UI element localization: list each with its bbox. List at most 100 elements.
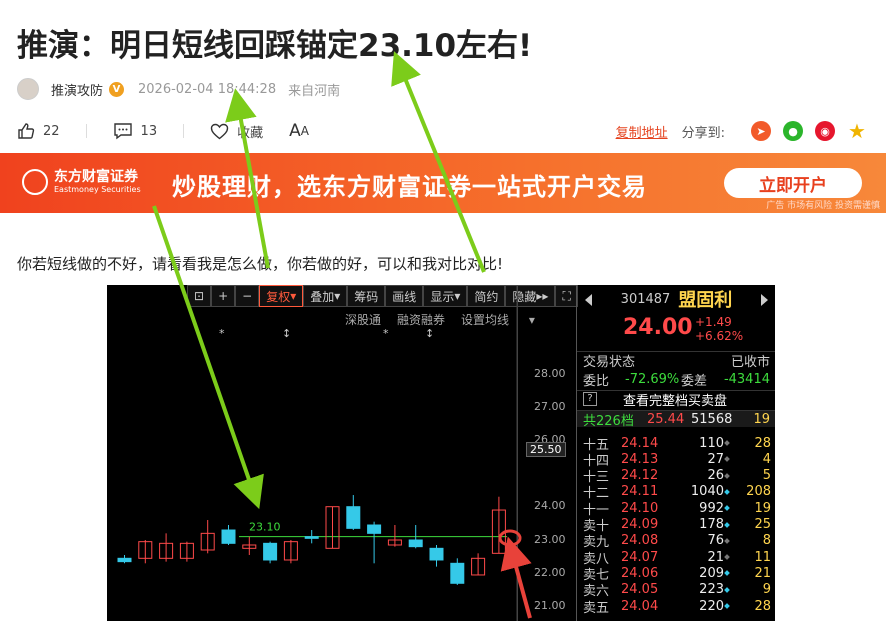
order-level-c2: 24.13 [621, 451, 659, 467]
article-title: 推演：明日短线回踩锚定23.10左右! [17, 28, 533, 64]
last-price: 24.00 [623, 315, 693, 340]
eastmoney-mark-icon [22, 169, 48, 195]
candle-body [429, 547, 444, 561]
price-tick: 22.00 [534, 566, 566, 579]
order-level-c4: 5 [762, 468, 771, 484]
price-axis: 28.00 27.00 26.00 25.50 24.00 23.00 22.0… [517, 285, 576, 621]
order-level-c2: 24.09 [621, 517, 659, 532]
ad-banner[interactable]: 东方财富证券 Eastmoney Securities 炒股理财，选东方财富证券… [0, 153, 886, 213]
order-level-row: 卖九 24.08 76 8 [577, 533, 775, 550]
order-level-c3: 223 [699, 582, 724, 598]
weibi-row: 委比 -72.69% 委差 -43414 [583, 371, 770, 389]
order-level-c2: 24.08 [621, 533, 659, 549]
order-level-row: 十四 24.13 27 4 [577, 451, 775, 469]
order-level-c3: 178 [699, 517, 724, 532]
order-level-c4: 208 [746, 484, 771, 500]
price-tick: 23.00 [534, 533, 566, 546]
order-level-row: 十三 24.12 26 5 [577, 468, 775, 485]
price-change: +1.49 +6.62% [695, 315, 744, 343]
order-level-c3: 220 [699, 598, 724, 614]
favorite-button[interactable]: 收藏 [210, 122, 263, 141]
author-avatar[interactable] [17, 78, 39, 100]
stock-code: 301487 [620, 291, 671, 307]
order-level-c3: 110 [699, 435, 724, 451]
candle-body [263, 542, 278, 561]
prev-stock-icon[interactable] [585, 294, 592, 306]
order-level-c4: 11 [754, 549, 771, 565]
candle-body [304, 536, 319, 539]
stock-name: 盟固利 [678, 290, 733, 311]
open-account-button[interactable]: 立即开户 [724, 168, 862, 198]
order-level-row: 卖八 24.07 21 11 [577, 549, 775, 567]
font-size-button[interactable]: AA [289, 121, 309, 141]
order-level-c2: 24.12 [621, 468, 659, 484]
heart-icon [210, 123, 229, 139]
chart-marker: ↕ [425, 327, 434, 340]
author-name[interactable]: 推演攻防 [51, 80, 103, 99]
next-stock-icon[interactable] [761, 294, 768, 306]
order-level-c2: 24.14 [621, 435, 659, 451]
article-meta: 推演攻防 V 2026-02-04 18:44:28 来自河南 [17, 78, 340, 100]
comment-button[interactable]: 13 [113, 122, 158, 140]
chart-marker: ↕ [282, 327, 291, 340]
order-level-row: 卖十 24.09 178 25 [577, 517, 775, 534]
wechat-icon[interactable]: ● [783, 121, 803, 141]
share-send-icon[interactable]: ➤ [751, 121, 771, 141]
candle-body [221, 529, 236, 544]
order-level-c2: 24.07 [621, 549, 659, 565]
order-level-c3: 209 [699, 565, 724, 581]
star-share-icon[interactable]: ★ [847, 119, 867, 143]
price-tick: 24.00 [534, 499, 566, 512]
ad-disclaimer: 广告 市场有风险 投资需谨慎 [766, 201, 880, 211]
price-tick: 27.00 [534, 400, 566, 413]
quote-header: 301487 盟固利 [577, 285, 775, 313]
order-level-c3: 1040 [690, 484, 724, 500]
price-tick: 21.00 [534, 599, 566, 612]
candle-body [450, 562, 465, 584]
order-level-c4: 8 [762, 533, 771, 549]
order-level-c2: 24.06 [621, 565, 659, 581]
order-level-c4: 28 [754, 435, 771, 451]
order-level-c3: 992 [699, 500, 724, 516]
order-level-c4: 9 [762, 582, 771, 598]
location: 来自河南 [288, 83, 341, 99]
publish-time: 2026-02-04 18:44:28 [138, 81, 277, 97]
like-button[interactable]: 22 [17, 122, 60, 140]
order-level-row: 卖六 24.05 223 9 [577, 582, 775, 599]
order-level-c4: 21 [754, 565, 771, 581]
chart-marker: * [383, 327, 389, 340]
comment-icon [113, 123, 132, 140]
action-bar: 22 13 收藏 AA 复制地址 分享到: ➤ ● ◉ ★ [17, 118, 867, 144]
order-level-row: 十一 24.10 992 19 [577, 500, 775, 518]
order-level-c4: 28 [754, 598, 771, 614]
chart-marker: * [219, 327, 225, 340]
order-level-c4: 19 [754, 500, 771, 516]
order-level-c4: 4 [762, 451, 771, 467]
comment-count: 13 [140, 123, 158, 139]
total-levels-row: 共226档 25.44 51568 19 [577, 410, 775, 429]
candle-body [367, 524, 382, 534]
candle-body [117, 557, 132, 563]
order-level-c2: 24.05 [621, 582, 659, 598]
status-row: 交易状态 已收市 [577, 351, 775, 370]
candlestick-plot: * ↕ * ↕ 23.10 [117, 285, 517, 621]
eastmoney-logo: 东方财富证券 Eastmoney Securities [22, 169, 141, 195]
order-level-c3: 21 [707, 549, 724, 565]
current-price-label: 25.50 [526, 442, 566, 457]
order-level-c3: 76 [707, 533, 724, 549]
order-level-c3: 27 [707, 451, 724, 467]
order-level-c2: 24.11 [621, 484, 659, 500]
article-body: 你若短线做的不好，请看看我是怎么做，你若做的好，可以和我对比对比! [17, 255, 504, 273]
candle-body [346, 506, 361, 529]
order-level-c4: 25 [754, 517, 771, 532]
copy-link-button[interactable]: 复制地址 [616, 122, 668, 141]
like-count: 22 [43, 123, 60, 139]
order-level-c2: 24.04 [621, 598, 659, 614]
full-book-button[interactable]: ? 查看完整档买卖盘 [577, 390, 775, 409]
order-level-row: 十五 24.14 110 28 [577, 435, 775, 453]
share-label: 分享到: [681, 125, 725, 141]
stock-chart[interactable]: ⊡ + − 复权 ▾ 叠加 ▾ 筹码 画线 显示 ▾ 简约 隐藏 ▸▸ ⛶ 深股通 融资… [107, 285, 775, 621]
weibo-icon[interactable]: ◉ [815, 121, 835, 141]
candle-body [408, 539, 423, 548]
thumbs-up-icon [18, 123, 35, 139]
